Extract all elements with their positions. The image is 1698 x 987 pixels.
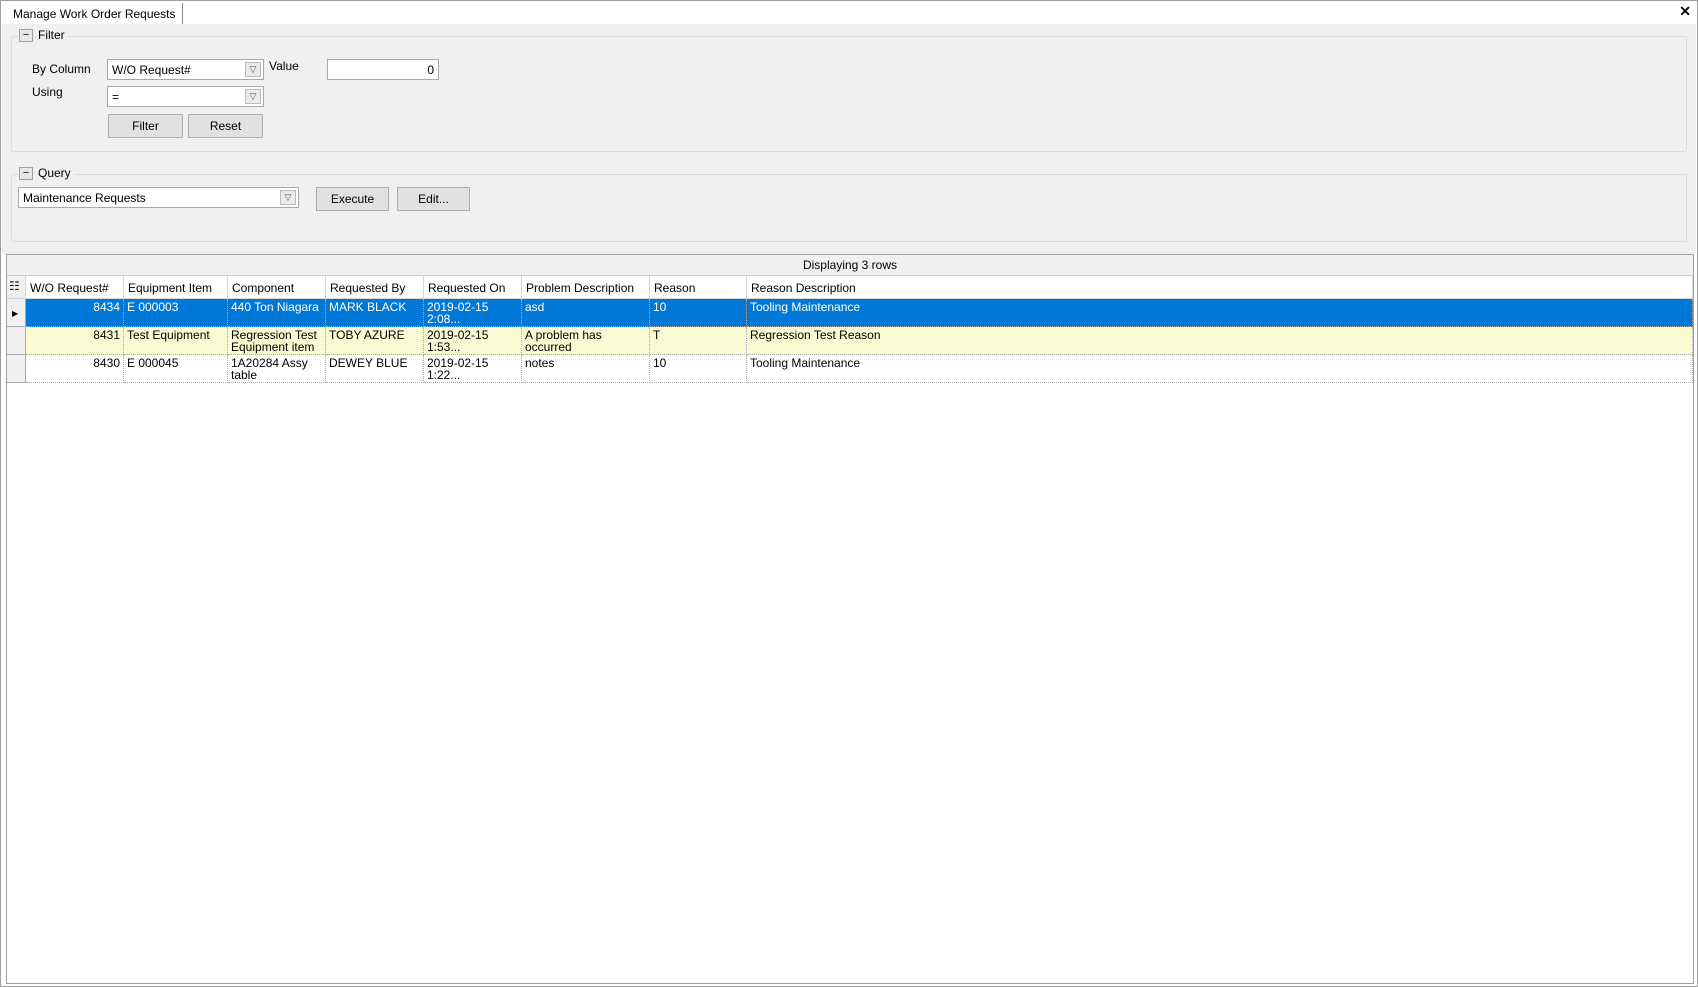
cell-reason-desc[interactable]: Tooling Maintenance <box>747 299 1693 327</box>
row-selector[interactable] <box>7 355 26 383</box>
by-column-select[interactable]: W/O Request# ▽ <box>107 59 264 80</box>
chevron-down-icon[interactable]: ▽ <box>245 62 261 77</box>
cell-equipment[interactable]: E 000045 <box>124 355 228 383</box>
execute-button[interactable]: Execute <box>316 187 389 211</box>
cell-id[interactable]: 8430 <box>26 355 124 383</box>
cell-reason[interactable]: 10 <box>650 299 747 327</box>
by-column-value: W/O Request# <box>112 63 191 77</box>
column-header-problem[interactable]: Problem Description <box>522 276 650 299</box>
query-collapse-icon[interactable]: − <box>19 167 33 180</box>
using-label: Using <box>32 85 63 99</box>
column-chooser-icon[interactable]: ☷ <box>7 276 26 299</box>
cell-requested-by[interactable]: MARK BLACK <box>326 299 424 327</box>
results-grid: Displaying 3 rows ☷ W/O Request# Equipmen… <box>6 254 1694 984</box>
cell-problem[interactable]: A problem has occurred <box>522 327 650 355</box>
cell-problem[interactable]: notes <box>522 355 650 383</box>
filter-title: Filter <box>35 28 68 42</box>
filter-button[interactable]: Filter <box>108 114 183 138</box>
cell-reason[interactable]: 10 <box>650 355 747 383</box>
cell-requested-on[interactable]: 2019-02-15 1:22... <box>424 355 522 383</box>
query-title: Query <box>35 166 74 180</box>
column-header-reason-desc[interactable]: Reason Description <box>747 276 1693 299</box>
cell-reason-desc[interactable]: Tooling Maintenance <box>747 355 1693 383</box>
column-header-id[interactable]: W/O Request# <box>26 276 124 299</box>
options-panel: − Filter By Column W/O Request# ▽ Value 0… <box>2 24 1696 254</box>
cell-problem[interactable]: asd <box>522 299 650 327</box>
cell-reason[interactable]: T <box>650 327 747 355</box>
edit-button[interactable]: Edit... <box>397 187 470 211</box>
value-label: Value <box>269 59 299 73</box>
filter-collapse-icon[interactable]: − <box>19 29 33 42</box>
cell-reason-desc[interactable]: Regression Test Reason <box>747 327 1693 355</box>
cell-requested-by[interactable]: DEWEY BLUE <box>326 355 424 383</box>
query-value: Maintenance Requests <box>23 191 146 205</box>
cell-equipment[interactable]: Test Equipment <box>124 327 228 355</box>
reset-button[interactable]: Reset <box>188 114 263 138</box>
query-group <box>11 174 1687 242</box>
using-select[interactable]: = ▽ <box>107 86 264 107</box>
chevron-down-icon[interactable]: ▽ <box>245 89 261 104</box>
cell-component[interactable]: 1A20284 Assy table <box>228 355 326 383</box>
column-header-component[interactable]: Component <box>228 276 326 299</box>
by-column-label: By Column <box>32 62 91 76</box>
using-value: = <box>112 90 120 104</box>
cell-component[interactable]: 440 Ton Niagara <box>228 299 326 327</box>
column-header-requested-on[interactable]: Requested On <box>424 276 522 299</box>
cell-requested-on[interactable]: 2019-02-15 1:53... <box>424 327 522 355</box>
column-header-reason[interactable]: Reason <box>650 276 747 299</box>
cell-requested-on[interactable]: 2019-02-15 2:08... <box>424 299 522 327</box>
cell-equipment[interactable]: E 000003 <box>124 299 228 327</box>
row-selector[interactable] <box>7 327 26 355</box>
close-icon[interactable]: ✕ <box>1679 3 1691 20</box>
column-header-requested-by[interactable]: Requested By <box>326 276 424 299</box>
cell-id[interactable]: 8434 <box>26 299 124 327</box>
cell-id[interactable]: 8431 <box>26 327 124 355</box>
chevron-down-icon[interactable]: ▽ <box>280 190 296 205</box>
cell-requested-by[interactable]: TOBY AZURE <box>326 327 424 355</box>
row-count-caption: Displaying 3 rows <box>7 255 1693 276</box>
query-select[interactable]: Maintenance Requests ▽ <box>18 187 299 208</box>
tab-manage-work-order-requests[interactable]: Manage Work Order Requests <box>7 3 183 24</box>
value-input[interactable]: 0 <box>327 59 439 80</box>
row-selector[interactable]: ▶ <box>7 299 26 327</box>
cell-component[interactable]: Regression Test Equipment item <box>228 327 326 355</box>
column-header-equipment[interactable]: Equipment Item <box>124 276 228 299</box>
